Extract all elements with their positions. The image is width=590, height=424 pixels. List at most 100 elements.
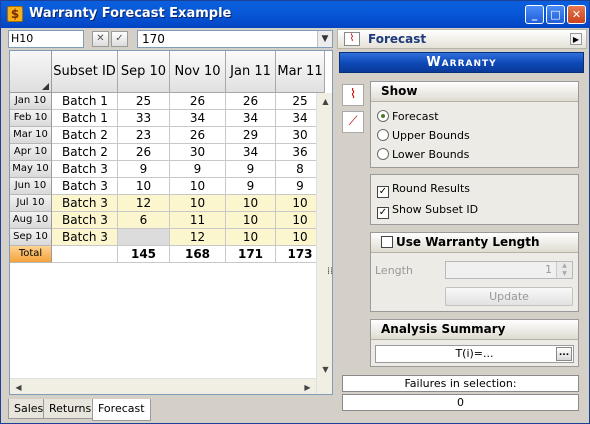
table-cell[interactable]: 9 [226, 178, 276, 195]
total-cell[interactable]: 145 [118, 246, 170, 263]
analysis-summary-value: T(i)=... [455, 347, 494, 360]
close-button[interactable]: ✕ [567, 5, 586, 24]
row-header[interactable]: Mar 10 [10, 127, 52, 144]
table-cell[interactable]: 25 [118, 93, 170, 110]
length-input[interactable]: 1 ▲ ▼ [445, 261, 573, 279]
table-cell[interactable]: 30 [170, 144, 226, 161]
chevron-right-icon[interactable]: ▶ [570, 33, 582, 45]
select-all-corner[interactable] [10, 51, 52, 93]
update-button[interactable]: Update [445, 287, 573, 306]
table-cell[interactable]: 9 [170, 161, 226, 178]
forecast-plot-icon[interactable]: ⌇ [342, 84, 364, 106]
table-cell[interactable]: 9 [118, 161, 170, 178]
row-header[interactable]: Sep 10 [10, 229, 52, 246]
table-cell[interactable]: Batch 3 [52, 195, 118, 212]
table-cell[interactable]: 9 [226, 161, 276, 178]
table-cell[interactable]: 6 [118, 212, 170, 229]
table-cell[interactable]: 10 [170, 178, 226, 195]
total-cell[interactable]: 171 [226, 246, 276, 263]
radio-icon[interactable] [377, 148, 389, 160]
table-cell[interactable]: 10 [226, 195, 276, 212]
warranty-length-group: Use Warranty Length Length 1 ▲ ▼ Update [370, 232, 579, 312]
table-cell[interactable]: 26 [226, 93, 276, 110]
spreadsheet[interactable]: Subset ID Sep 10 Nov 10 Jan 11 Mar 11 Jan 10 B… [9, 50, 333, 395]
table-cell[interactable]: Batch 3 [52, 229, 118, 246]
column-header[interactable]: Sep 10 [118, 51, 170, 93]
analysis-summary-field[interactable]: T(i)=... ... [375, 345, 574, 363]
accept-edit-button[interactable]: ✓ [111, 31, 128, 47]
table-cell[interactable]: 26 [118, 144, 170, 161]
table-cell[interactable]: 23 [118, 127, 170, 144]
checkbox-checked-icon[interactable]: ✓ [377, 186, 389, 198]
column-header[interactable]: Subset ID [52, 51, 118, 93]
table-cell[interactable]: 34 [226, 110, 276, 127]
radio-forecast-label: Forecast [392, 110, 439, 123]
cell-reference-box[interactable]: H10 [8, 30, 84, 48]
radio-selected-icon[interactable] [377, 110, 389, 122]
row-header[interactable]: Aug 10 [10, 212, 52, 229]
table-cell[interactable]: 12 [170, 229, 226, 246]
checkbox-checked-icon[interactable]: ✓ [377, 207, 389, 219]
checkbox-show-subset-id[interactable]: ✓ Show Subset ID [377, 203, 478, 219]
table-cell[interactable]: 10 [226, 229, 276, 246]
radio-forecast[interactable]: Forecast [377, 110, 439, 124]
table-cell[interactable]: Batch 3 [52, 212, 118, 229]
table-cell[interactable] [118, 229, 170, 246]
scroll-down-icon[interactable]: ▼ [317, 361, 332, 378]
scroll-left-icon[interactable]: ◀ [10, 379, 27, 394]
total-cell[interactable]: 168 [170, 246, 226, 263]
radio-lower-bounds[interactable]: Lower Bounds [377, 148, 469, 162]
row-header[interactable]: Apr 10 [10, 144, 52, 161]
column-header[interactable]: Jan 11 [226, 51, 276, 93]
horizontal-scrollbar[interactable]: ◀ ▶ [10, 378, 316, 394]
row-header[interactable]: Jul 10 [10, 195, 52, 212]
table-cell[interactable]: 11 [170, 212, 226, 229]
table-cell[interactable]: Batch 2 [52, 127, 118, 144]
scatter-plot-icon[interactable]: ⟋ [342, 111, 364, 133]
formula-input[interactable]: 170 ▼ [137, 30, 333, 48]
table-cell[interactable]: 10 [226, 212, 276, 229]
total-row-header[interactable]: Total [10, 246, 52, 263]
table-cell[interactable]: 12 [118, 195, 170, 212]
chevron-down-icon[interactable]: ▼ [317, 31, 332, 47]
table-cell[interactable]: Batch 3 [52, 178, 118, 195]
length-value: 1 [545, 263, 552, 276]
table-cell[interactable]: Batch 3 [52, 161, 118, 178]
table-cell[interactable]: 33 [118, 110, 170, 127]
tab-returns[interactable]: Returns [43, 399, 98, 419]
vertical-scrollbar[interactable]: ▲ ▼ [316, 93, 332, 394]
scroll-right-icon[interactable]: ▶ [299, 379, 316, 394]
table-cell[interactable]: 29 [226, 127, 276, 144]
spinner-icon[interactable]: ▲ ▼ [556, 262, 572, 278]
row-header[interactable]: Feb 10 [10, 110, 52, 127]
table-cell[interactable]: 34 [226, 144, 276, 161]
minimize-button[interactable]: _ [525, 5, 544, 24]
table-cell[interactable]: 10 [118, 178, 170, 195]
row-header[interactable]: Jan 10 [10, 93, 52, 110]
table-cell[interactable]: 26 [170, 93, 226, 110]
forecast-panel: ⌇ Forecast ▶ Warranty ⌇ ⟋ Show Forecast … [337, 29, 587, 421]
row-header[interactable]: Jun 10 [10, 178, 52, 195]
title-bar[interactable]: $ Warranty Forecast Example _ □ ✕ [1, 1, 589, 28]
maximize-button[interactable]: □ [546, 5, 565, 24]
table-cell[interactable]: 10 [170, 195, 226, 212]
cancel-edit-button[interactable]: ✕ [92, 31, 109, 47]
table-cell[interactable]: 34 [170, 110, 226, 127]
row-header[interactable]: May 10 [10, 161, 52, 178]
table-cell[interactable]: Batch 2 [52, 144, 118, 161]
more-options-button[interactable]: ... [556, 347, 572, 361]
total-cell[interactable] [52, 246, 118, 263]
checkbox-round-results[interactable]: ✓ Round Results [377, 182, 470, 198]
column-header[interactable]: Mar 11 [276, 51, 325, 93]
tab-forecast[interactable]: Forecast [92, 399, 151, 421]
table-cell[interactable]: 26 [170, 127, 226, 144]
scroll-up-icon[interactable]: ▲ [317, 93, 332, 110]
column-header[interactable]: Nov 10 [170, 51, 226, 93]
checkbox-icon[interactable] [381, 236, 393, 248]
radio-icon[interactable] [377, 129, 389, 141]
splitter-handle-icon[interactable]: ⁞⁞ [327, 266, 332, 277]
table-cell[interactable]: Batch 1 [52, 93, 118, 110]
radio-upper-bounds[interactable]: Upper Bounds [377, 129, 470, 143]
table-cell[interactable]: Batch 1 [52, 110, 118, 127]
warranty-length-title[interactable]: Use Warranty Length [371, 233, 578, 253]
